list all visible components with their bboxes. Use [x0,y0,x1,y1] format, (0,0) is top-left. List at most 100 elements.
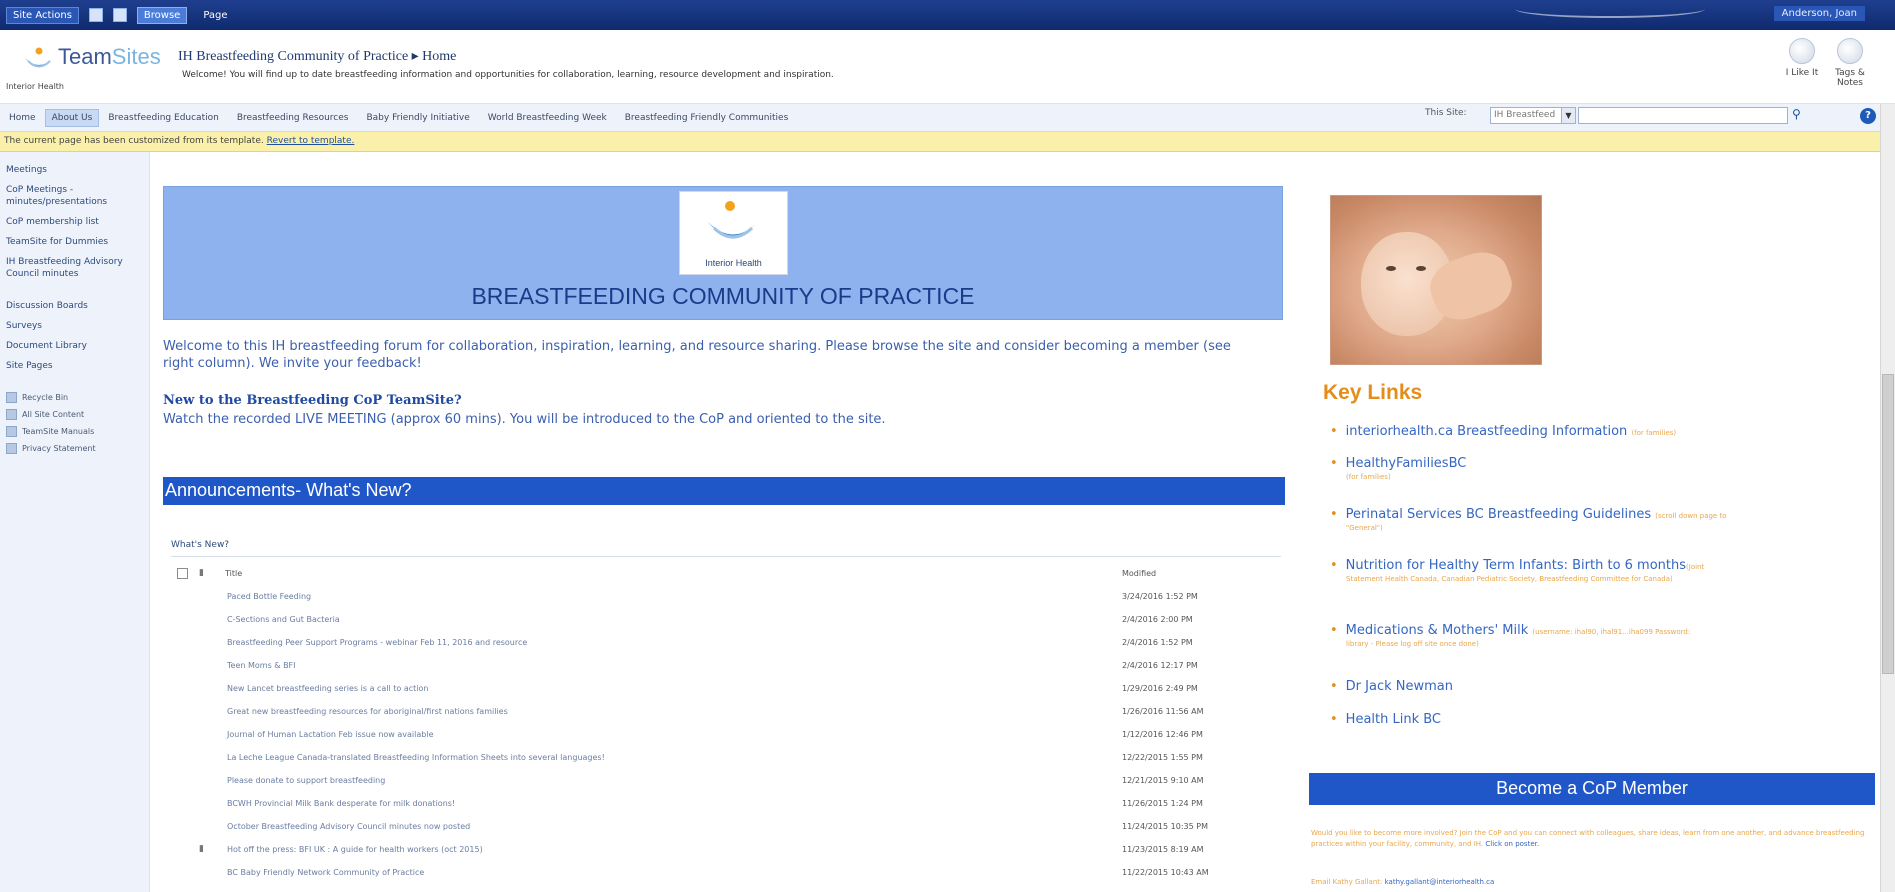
ql-all-site-content-label: All Site Content [22,410,85,419]
nav-breastfeeding-resources[interactable]: Breastfeeding Resources [228,113,358,123]
key-link-label[interactable]: Health Link BC [1346,712,1441,727]
search-icon[interactable]: ⚲ [1792,107,1801,121]
key-link-label[interactable]: Nutrition for Healthy Term Infants: Birt… [1346,558,1686,573]
chevron-down-icon[interactable]: ▼ [1561,108,1575,123]
ql-all-site-content[interactable]: All Site Content [6,409,149,420]
row-modified: 11/26/2015 1:24 PM [1122,799,1203,808]
whats-new-link[interactable]: What's New? [171,540,229,550]
key-link[interactable]: • HealthyFamiliesBC (for families) [1330,456,1467,481]
row-title[interactable]: Paced Bottle Feeding [227,592,311,601]
attachment-icon: ▮ [199,844,204,854]
select-all-checkbox[interactable] [177,568,188,579]
key-link[interactable]: • Dr Jack Newman [1330,679,1453,694]
row-title[interactable]: BCWH Provincial Milk Bank desperate for … [227,799,455,808]
ql-privacy-statement[interactable]: Privacy Statement [6,443,149,454]
ql-recycle-bin[interactable]: Recycle Bin [6,392,149,403]
tags-notes-button[interactable]: Tags & Notes [1826,38,1874,88]
site-actions-button[interactable]: Site Actions [6,6,79,24]
key-link-label[interactable]: HealthyFamiliesBC [1346,456,1467,471]
row-title[interactable]: Journal of Human Lactation Feb issue now… [227,730,433,739]
ql-teamsite-manuals[interactable]: TeamSite Manuals [6,426,149,437]
row-title[interactable]: La Leche League Canada-translated Breast… [227,753,605,762]
baby-eye [1416,266,1426,271]
row-title[interactable]: Hot off the press: BFI UK : A guide for … [227,845,483,854]
key-link[interactable]: • Medications & Mothers' Milk (username: … [1330,623,1691,648]
vertical-scrollbar[interactable] [1880,104,1895,892]
revert-template-link[interactable]: Revert to template. [267,136,355,146]
ql-teamsite-dummies[interactable]: TeamSite for Dummies [6,236,149,248]
status-message: The current page has been customized fro… [4,136,264,146]
ql-site-pages[interactable]: Site Pages [6,360,149,372]
key-link-label[interactable]: Medications & Mothers' Milk [1346,623,1529,638]
cop-email-link[interactable]: kathy.gallant@interiorhealth.ca [1385,878,1495,886]
search-input[interactable] [1578,107,1788,124]
i-like-it-button[interactable]: I Like It [1778,38,1826,78]
nav-breastfeeding-friendly-communities[interactable]: Breastfeeding Friendly Communities [616,113,798,123]
i-like-it-label: I Like It [1785,68,1819,78]
nav-baby-friendly-initiative[interactable]: Baby Friendly Initiative [357,113,478,123]
manual-icon [6,426,17,437]
column-modified[interactable]: Modified [1122,569,1156,578]
cop-email-label: Email Kathy Gallant: [1311,878,1383,886]
breadcrumb[interactable]: IH Breastfeeding Community of Practice ▸… [178,48,456,65]
ql-surveys[interactable]: Surveys [6,320,149,332]
row-title[interactable]: October Breastfeeding Advisory Council m… [227,822,470,831]
click-poster-link[interactable]: Click on poster. [1485,840,1539,848]
row-title[interactable]: New Lancet breastfeeding series is a cal… [227,684,429,693]
row-title[interactable]: Breastfeeding Peer Support Programs - we… [227,638,527,647]
ql-document-library[interactable]: Document Library [6,340,149,352]
site-content-icon [6,409,17,420]
ql-discussion-boards[interactable]: Discussion Boards [6,300,149,312]
row-modified: 11/23/2015 8:19 AM [1122,845,1204,854]
key-link[interactable]: • Health Link BC [1330,712,1441,727]
baby-eye [1386,266,1396,271]
ql-meetings[interactable]: Meetings [6,164,149,176]
ql-cop-meetings[interactable]: CoP Meetings - minutes/presentations [6,184,149,208]
ql-membership-list[interactable]: CoP membership list [6,216,149,228]
search-scope-select[interactable]: IH Breastfeed ▼ [1490,107,1576,124]
user-menu[interactable]: Anderson, Joan [1773,6,1865,21]
scrollbar-thumb[interactable] [1882,374,1894,674]
edit-page-icon[interactable] [112,8,127,22]
tab-browse[interactable]: Browse [136,6,188,24]
row-title[interactable]: BC Baby Friendly Network Community of Pr… [227,868,424,877]
key-link-label[interactable]: interiorhealth.ca Breastfeeding Informat… [1346,424,1628,439]
key-link-sub: "General") [1346,524,1383,532]
key-link-label[interactable]: Dr Jack Newman [1346,679,1453,694]
key-link[interactable]: • Perinatal Services BC Breastfeeding Gui… [1330,507,1727,532]
recycle-bin-icon [6,392,17,403]
row-title[interactable]: C-Sections and Gut Bacteria [227,615,340,624]
key-link-note: (for families) [1631,429,1677,437]
nav-world-breastfeeding-week[interactable]: World Breastfeeding Week [479,113,616,123]
nav-about-us[interactable]: About Us [44,108,100,127]
row-modified: 11/24/2015 10:35 PM [1122,822,1208,831]
column-title[interactable]: Title [225,569,242,578]
navigate-up-icon[interactable] [88,8,103,22]
help-icon[interactable]: ? [1860,108,1876,124]
new-to-site-heading[interactable]: New to the Breastfeeding CoP TeamSite? [163,393,462,408]
key-link-label[interactable]: Perinatal Services BC Breastfeeding Guid… [1346,507,1651,522]
quick-launch: Meetings CoP Meetings - minutes/presenta… [0,152,150,892]
site-logo[interactable]: TeamSites [58,44,161,70]
key-link[interactable]: • interiorhealth.ca Breastfeeding Informa… [1330,424,1676,439]
org-name: Interior Health [6,82,64,91]
search-scope-value: IH Breastfeed [1494,110,1556,120]
nav-home[interactable]: Home [0,113,45,123]
row-modified: 1/12/2016 12:46 PM [1122,730,1203,739]
search-scope-label: This Site: [1425,108,1467,118]
row-title[interactable]: Great new breastfeeding resources for ab… [227,707,508,716]
row-title[interactable]: Teen Moms & BFI [227,661,296,670]
table-row: ▮ Hot off the press: BFI UK : A guide for… [171,844,1281,867]
key-link-note: (username: ihal90, ihal91...iha099 Passw… [1532,628,1691,636]
row-title[interactable]: Please donate to support breastfeeding [227,776,385,785]
key-link[interactable]: • Nutrition for Healthy Term Infants: Bir… [1330,558,1704,583]
ql-advisory-council[interactable]: IH Breastfeeding Advisory Council minute… [6,256,149,280]
nav-breastfeeding-education[interactable]: Breastfeeding Education [99,113,228,123]
row-modified: 12/21/2015 9:10 AM [1122,776,1204,785]
table-row: October Breastfeeding Advisory Council m… [171,821,1281,844]
interior-health-logo: Interior Health [679,191,788,275]
teamsites-logo-icon [25,47,53,68]
thumbs-up-icon [1789,38,1815,64]
list-header-row: ▮ Title Modified [171,568,1281,591]
tab-page[interactable]: Page [197,8,233,23]
